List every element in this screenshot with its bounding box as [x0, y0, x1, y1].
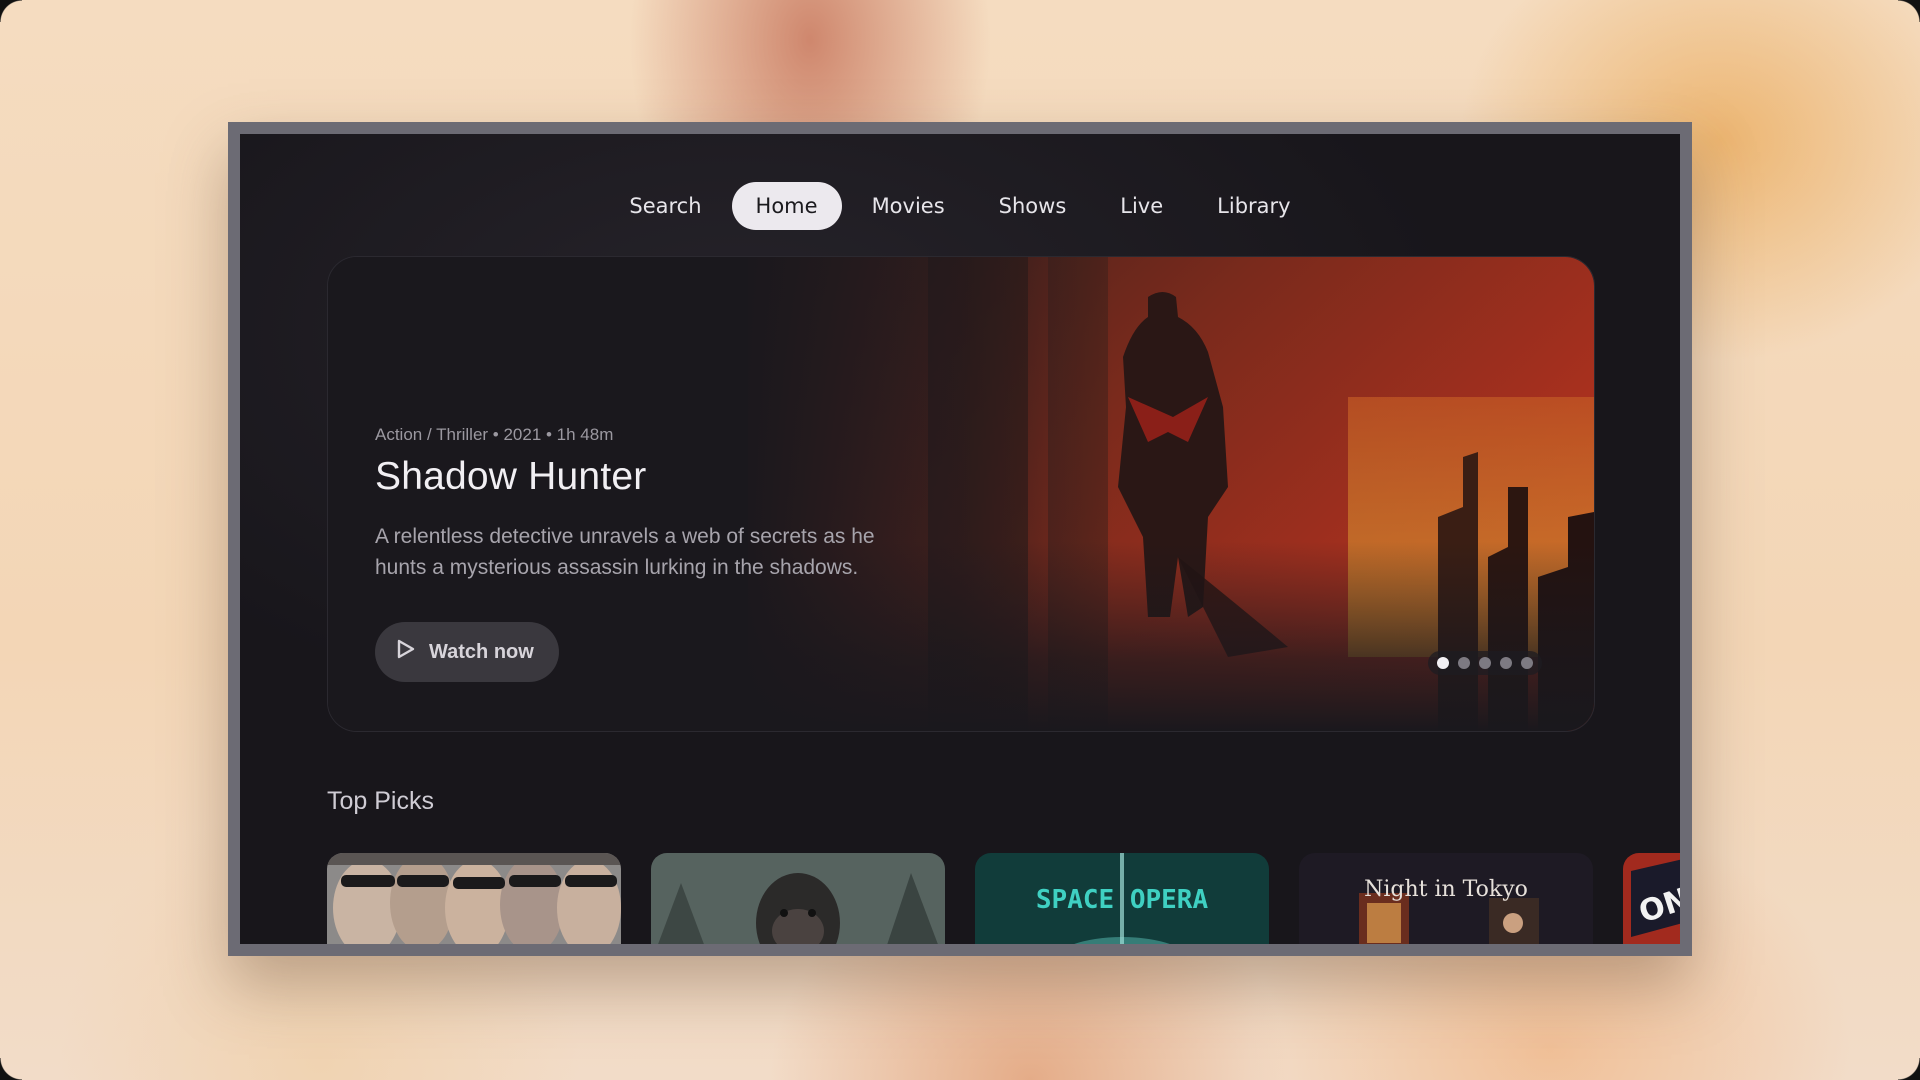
card-sunglasses-art: [327, 853, 621, 944]
tv-frame: Search Home Movies Shows Live Library Ac…: [228, 122, 1692, 956]
carousel-dot-3[interactable]: [1479, 657, 1491, 669]
nav-shows[interactable]: Shows: [975, 182, 1091, 230]
card-space-opera-title: SPACE OPERA: [1036, 885, 1209, 915]
carousel-dot-2[interactable]: [1458, 657, 1470, 669]
hero-description: A relentless detective unravels a web of…: [375, 525, 875, 579]
card-partial[interactable]: ON: [1623, 853, 1680, 944]
card-ape-art: [651, 853, 945, 944]
top-picks-title: Top Picks: [327, 787, 434, 815]
nav-search[interactable]: Search: [605, 182, 725, 230]
carousel-dot-5[interactable]: [1521, 657, 1533, 669]
card-night-in-tokyo-title: Night in Tokyo: [1364, 877, 1528, 902]
screen-corner-bl: [0, 1058, 22, 1080]
tv-screen: Search Home Movies Shows Live Library Ac…: [240, 134, 1680, 944]
watch-now-label: Watch now: [429, 640, 534, 663]
nav-live[interactable]: Live: [1096, 182, 1187, 230]
screen-corner-br: [1898, 1058, 1920, 1080]
card-partial-art: ON: [1623, 853, 1680, 944]
card-night-in-tokyo-art: Night in Tokyo: [1299, 853, 1593, 944]
screen-corner-tl: [0, 0, 22, 22]
card-space-opera-art: SPACE OPERA: [975, 853, 1269, 944]
top-nav: Search Home Movies Shows Live Library: [240, 182, 1680, 230]
hero-banner[interactable]: Action / Thriller • 2021 • 1h 48m Shadow…: [327, 256, 1595, 732]
card-sunglasses-group[interactable]: [327, 853, 621, 944]
nav-movies[interactable]: Movies: [848, 182, 969, 230]
carousel-dot-4[interactable]: [1500, 657, 1512, 669]
nav-library[interactable]: Library: [1193, 182, 1314, 230]
card-space-opera[interactable]: SPACE OPERA: [975, 853, 1269, 944]
play-icon: [397, 639, 415, 665]
watch-now-button[interactable]: Watch now: [375, 622, 559, 682]
card-night-in-tokyo[interactable]: Night in Tokyo: [1299, 853, 1593, 944]
nav-home[interactable]: Home: [731, 182, 842, 230]
hero-meta: Action / Thriller • 2021 • 1h 48m: [375, 425, 614, 444]
screen-corner-tr: [1898, 0, 1920, 22]
top-picks-row: SPACE OPERA Night in Tokyo ON: [327, 853, 1680, 944]
carousel-indicator: [1428, 651, 1542, 675]
carousel-dot-1[interactable]: [1437, 657, 1449, 669]
hero-title: Shadow Hunter: [375, 455, 647, 498]
card-ape[interactable]: [651, 853, 945, 944]
